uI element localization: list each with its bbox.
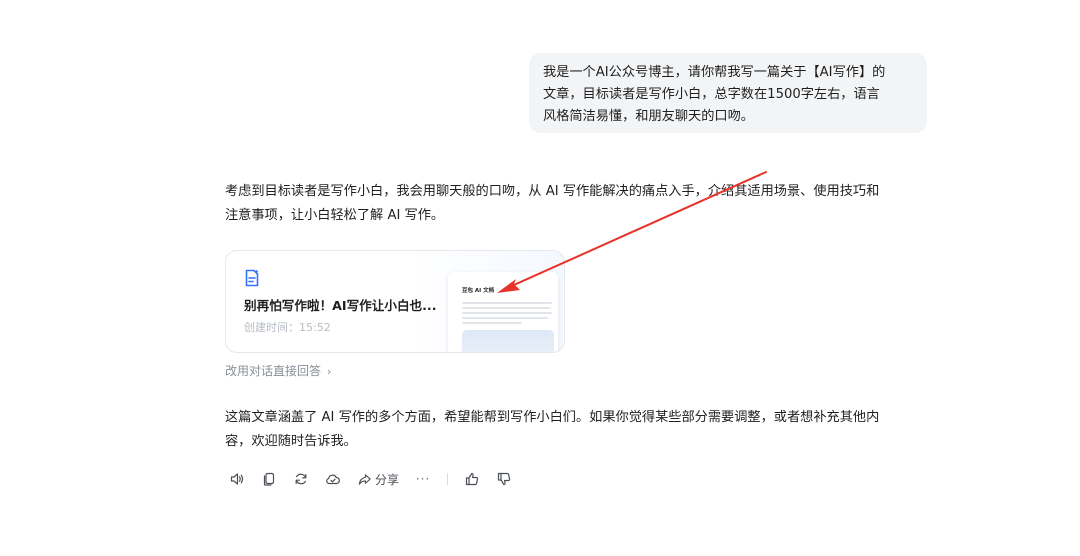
speaker-icon[interactable] [229, 469, 245, 489]
cloud-save-icon[interactable] [325, 469, 341, 489]
switch-link-label: 改用对话直接回答 [225, 364, 322, 378]
assistant-intro-text: 考虑到目标读者是写作小白，我会用聊天般的口吻，从 AI 写作能解决的痛点入手，介… [225, 180, 945, 228]
preview-line [462, 312, 552, 314]
user-message-line: 文章，目标读者是写作小白，总字数在1500字左右，语言 [543, 87, 880, 102]
preview-line [462, 322, 522, 324]
share-button[interactable]: 分享 [357, 469, 399, 489]
preview-line [462, 307, 550, 309]
assistant-outro-line: 这篇文章涵盖了 AI 写作的多个方面，希望能帮到写作小白们。如果你觉得某些部分需… [225, 410, 880, 425]
chevron-right-icon: › [327, 365, 332, 378]
preview-line [462, 317, 548, 319]
preview-image [462, 330, 554, 352]
switch-to-chat-answer-link[interactable]: 改用对话直接回答 › [225, 362, 331, 381]
assistant-intro-line: 考虑到目标读者是写作小白，我会用聊天般的口吻，从 AI 写作能解决的痛点入手，介… [225, 184, 880, 199]
thumbs-down-icon[interactable] [496, 469, 512, 489]
assistant-outro-text: 这篇文章涵盖了 AI 写作的多个方面，希望能帮到写作小白们。如果你觉得某些部分需… [225, 406, 945, 454]
copy-icon[interactable] [261, 469, 277, 489]
document-icon [244, 269, 260, 287]
assistant-intro-line: 注意事项，让小白轻松了解 AI 写作。 [225, 208, 445, 223]
thumbs-up-icon[interactable] [464, 469, 480, 489]
preview-line [462, 302, 552, 304]
document-created-time: 创建时间：15:52 [244, 321, 331, 334]
refresh-icon[interactable] [293, 469, 309, 489]
document-preview-thumbnail: 豆包 AI 文档 [448, 272, 558, 352]
preview-title: 豆包 AI 文档 [462, 288, 495, 294]
assistant-outro-line: 容，欢迎随时告诉我。 [225, 434, 357, 449]
document-card[interactable]: 别再怕写作啦！AI写作让小白也... 创建时间：15:52 豆包 AI 文档 [225, 250, 565, 353]
message-action-bar: 分享 ··· [229, 469, 528, 489]
user-message-bubble: 我是一个AI公众号博主，请你帮我写一篇关于【AI写作】的 文章，目标读者是写作小… [529, 53, 927, 133]
share-label: 分享 [375, 472, 400, 487]
share-icon [358, 473, 371, 485]
user-message-line: 我是一个AI公众号博主，请你帮我写一篇关于【AI写作】的 [543, 65, 886, 80]
user-message-line: 风格简洁易懂，和朋友聊天的口吻。 [543, 109, 754, 124]
divider [447, 473, 449, 485]
more-icon[interactable]: ··· [415, 469, 431, 489]
document-title: 别再怕写作啦！AI写作让小白也... [244, 298, 437, 313]
